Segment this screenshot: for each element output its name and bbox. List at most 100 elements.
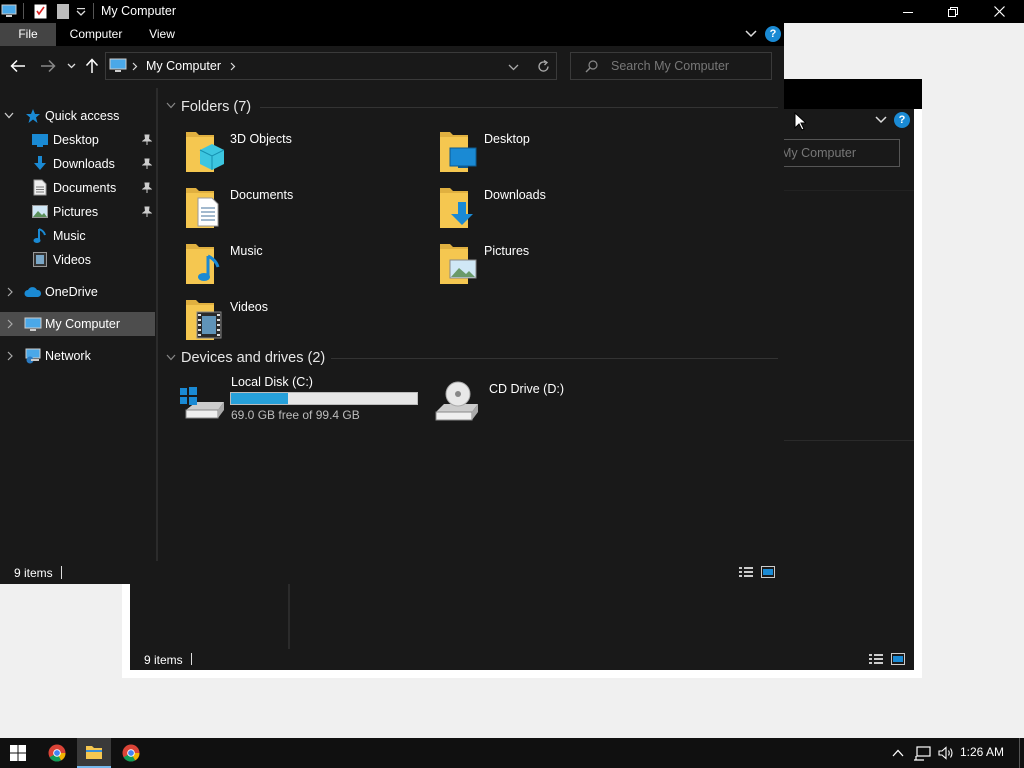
up-arrow-icon[interactable]: [85, 58, 99, 74]
folder-tile-pictures[interactable]: Pictures: [434, 240, 674, 290]
expand-chevron-down-icon[interactable]: [4, 112, 14, 119]
restore-button[interactable]: [930, 0, 976, 23]
address-dropdown-icon[interactable]: [508, 64, 519, 71]
folder-tile-music[interactable]: Music: [180, 240, 420, 290]
network-icon: [24, 348, 42, 364]
pin-icon[interactable]: [142, 182, 152, 193]
refresh-icon[interactable]: [537, 60, 550, 73]
expand-chevron-right-icon[interactable]: [7, 287, 13, 297]
nav-item-pictures[interactable]: Pictures: [0, 200, 156, 224]
nav-my-computer-label: My Computer: [45, 317, 121, 331]
nav-item-downloads[interactable]: Downloads: [0, 152, 156, 176]
group-collapse-chevron-icon[interactable]: [166, 102, 176, 109]
cloud-icon: [24, 287, 42, 298]
background-large-icons-view-icon[interactable]: [891, 653, 905, 665]
folders-group-header[interactable]: Folders (7): [181, 99, 251, 115]
folder-downloads-icon: [438, 184, 478, 230]
help-icon[interactable]: ?: [765, 26, 781, 42]
folder-tile-documents[interactable]: Documents: [180, 184, 420, 234]
network-status-button[interactable]: [910, 738, 934, 768]
speaker-icon: [937, 746, 953, 760]
nav-onedrive[interactable]: OneDrive: [0, 280, 156, 304]
background-search-box[interactable]: My Computer: [782, 139, 900, 167]
breadcrumb-chevron-icon[interactable]: [132, 62, 138, 71]
background-status-bar: 9 items: [130, 649, 914, 670]
file-explorer-icon: [86, 746, 102, 759]
group-collapse-chevron-icon[interactable]: [166, 354, 176, 361]
pin-icon[interactable]: [142, 158, 152, 169]
nav-network[interactable]: Network: [0, 344, 156, 368]
folder-tile-downloads[interactable]: Downloads: [434, 184, 674, 234]
taskbar-chrome-button-2[interactable]: [114, 738, 148, 768]
taskbar-file-explorer-button[interactable]: [77, 738, 111, 768]
ribbon-expand-icon[interactable]: [745, 30, 757, 38]
cd-drive-icon: [434, 380, 480, 422]
details-view-icon[interactable]: [739, 566, 753, 578]
breadcrumb-my-computer[interactable]: My Computer: [146, 59, 221, 73]
folder-desktop-icon: [438, 128, 478, 174]
nav-item-desktop[interactable]: Desktop: [0, 128, 156, 152]
tab-view[interactable]: View: [140, 23, 184, 46]
title-separator-2: [93, 3, 94, 19]
folder-label: Pictures: [484, 244, 530, 258]
background-help-icon[interactable]: ?: [894, 112, 910, 128]
drive-tile-cd-drive-d[interactable]: CD Drive (D:): [432, 378, 672, 426]
nav-my-computer[interactable]: My Computer: [0, 312, 155, 336]
taskbar-chrome-button[interactable]: [40, 738, 74, 768]
chrome-icon: [48, 744, 66, 762]
nav-item-music[interactable]: Music: [0, 224, 156, 248]
drives-group-header[interactable]: Devices and drives (2): [181, 350, 325, 366]
pin-icon[interactable]: [142, 206, 152, 217]
breadcrumb-chevron-icon-2[interactable]: [230, 62, 236, 71]
large-icons-view-icon[interactable]: [761, 566, 775, 578]
nav-item-documents[interactable]: Documents: [0, 176, 156, 200]
recent-locations-chevron-icon[interactable]: [67, 63, 76, 69]
background-details-view-icon[interactable]: [869, 653, 883, 665]
taskbar: 1:26 AM: [0, 738, 1024, 768]
search-icon: [585, 60, 598, 73]
new-folder-icon[interactable]: [57, 4, 69, 19]
background-ribbon-expand-icon[interactable]: [875, 116, 887, 124]
show-hidden-icons-button[interactable]: [887, 738, 909, 768]
computer-icon: [1, 4, 17, 18]
nav-item-label: Documents: [53, 181, 117, 195]
background-status-divider: [191, 653, 192, 665]
drive-label: CD Drive (D:): [489, 382, 564, 396]
quick-access-toolbar-dropdown-icon[interactable]: [76, 8, 86, 16]
music-icon: [33, 227, 47, 244]
drive-tile-local-disk-c[interactable]: Local Disk (C:) 69.0 GB free of 99.4 GB: [178, 375, 423, 426]
chevron-up-icon: [892, 749, 904, 757]
address-computer-icon: [109, 58, 127, 73]
title-bar[interactable]: My Computer: [0, 0, 1024, 23]
address-bar[interactable]: My Computer: [105, 52, 557, 80]
expand-chevron-right-icon[interactable]: [7, 351, 13, 361]
tab-computer[interactable]: Computer: [60, 23, 132, 46]
disk-usage-fill: [231, 393, 288, 404]
expand-chevron-right-icon[interactable]: [7, 319, 13, 329]
nav-quick-access[interactable]: Quick access: [0, 104, 156, 128]
volume-button[interactable]: [934, 738, 958, 768]
nav-quick-access-label: Quick access: [45, 109, 120, 123]
folder-tile-desktop[interactable]: Desktop: [434, 128, 674, 178]
pin-icon[interactable]: [142, 134, 152, 145]
search-box[interactable]: Search My Computer: [570, 52, 772, 80]
forward-arrow-icon[interactable]: [40, 59, 56, 73]
documents-icon: [33, 179, 47, 196]
nav-item-videos[interactable]: Videos: [0, 248, 156, 272]
search-input[interactable]: Search My Computer: [611, 59, 729, 73]
windows-logo-icon: [10, 745, 26, 761]
pictures-icon: [32, 205, 48, 218]
desktop-area: [784, 23, 1024, 79]
folder-label: Documents: [230, 188, 294, 202]
tab-file[interactable]: File: [0, 23, 56, 46]
navigation-pane: Quick access Desktop Downloads Documents…: [0, 88, 156, 561]
back-arrow-icon[interactable]: [10, 59, 26, 73]
folder-tile-videos[interactable]: Videos: [180, 296, 420, 346]
minimize-button[interactable]: [885, 0, 931, 23]
show-desktop-button[interactable]: [1019, 738, 1020, 768]
taskbar-clock[interactable]: 1:26 AM: [960, 745, 1004, 759]
properties-icon[interactable]: [34, 4, 47, 19]
folder-tile-3d-objects[interactable]: 3D Objects: [180, 128, 420, 178]
start-button[interactable]: [0, 738, 36, 768]
close-button[interactable]: [976, 0, 1022, 23]
